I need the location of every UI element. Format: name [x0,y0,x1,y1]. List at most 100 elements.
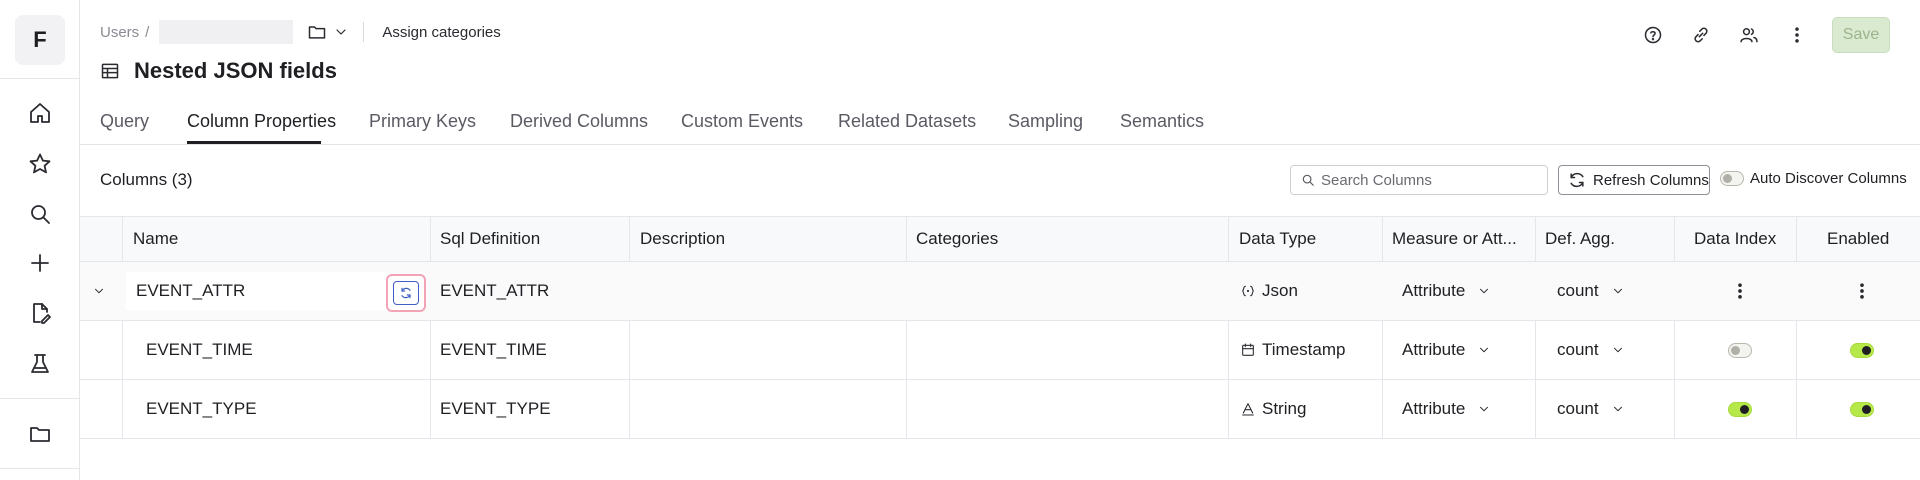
folder-icon[interactable] [24,418,56,450]
text-type-icon [1242,403,1254,416]
edit-document-icon[interactable] [24,297,56,329]
search-icon [1302,174,1314,186]
search-columns[interactable] [1290,165,1548,195]
rail-divider [0,78,80,79]
page-header: Nested JSON fields [100,58,337,84]
more-vertical-icon[interactable] [1784,22,1810,48]
data-index-toggle-cell [1728,321,1752,379]
breadcrumb-root[interactable]: Users [100,24,139,41]
data-type-value: Json [1262,281,1298,300]
assign-categories-link[interactable]: Assign categories [382,24,500,41]
flask-icon[interactable] [24,348,56,380]
data-type-cell[interactable]: String [1240,380,1306,438]
data-index-menu[interactable] [1730,262,1750,320]
enabled-toggle[interactable] [1850,401,1874,417]
data-type-cell[interactable]: Json [1240,262,1298,320]
default-aggregation-dropdown[interactable]: count [1557,321,1625,379]
sql-definition-cell: EVENT_ATTR [440,281,550,300]
calendar-icon [1242,343,1254,356]
tab-derived-columns[interactable]: Derived Columns [510,111,648,132]
refresh-columns-label: Refresh Columns [1593,171,1709,189]
measure-attribute-dropdown[interactable]: Attribute [1402,380,1491,438]
tab-query[interactable]: Query [100,111,149,132]
default-aggregation-dropdown[interactable]: count [1557,380,1625,438]
tab-custom-events[interactable]: Custom Events [681,111,803,132]
header-measure-or-attribute[interactable]: Measure or Att... [1392,229,1517,249]
column-name-value: EVENT_ATTR [136,281,246,300]
measure-attribute-value: Attribute [1402,340,1466,359]
chevron-down-icon [1613,288,1622,294]
table-row[interactable]: EVENT_TYPE EVENT_TYPE String Attribute c… [80,380,1920,439]
header-default-aggregation[interactable]: Def. Agg. [1545,229,1615,249]
help-icon[interactable] [1640,22,1666,48]
folder-icon [309,26,326,39]
column-name-cell[interactable]: EVENT_TYPE [146,380,257,438]
breadcrumb-redacted-item[interactable] [159,20,294,44]
link-icon[interactable] [1688,22,1714,48]
sql-definition-cell: EVENT_TIME [440,340,547,359]
refresh-icon [1570,172,1584,188]
breadcrumb-divider [363,22,365,42]
expand-row-chevron-icon[interactable] [92,262,106,320]
plus-icon[interactable] [24,247,56,279]
rail-divider [0,468,80,469]
data-index-toggle-cell [1728,380,1752,438]
data-index-toggle[interactable] [1728,342,1752,358]
measure-attribute-value: Attribute [1402,399,1466,418]
sync-nested-fields-button[interactable] [386,274,426,312]
enabled-toggle[interactable] [1850,342,1874,358]
header-categories[interactable]: Categories [916,229,998,249]
chevron-down-icon [1480,288,1489,294]
json-icon [1242,285,1254,297]
tab-related-datasets[interactable]: Related Datasets [838,111,976,132]
header-actions: Save [1640,17,1890,53]
dataset-table-icon [101,63,119,79]
header-sql-definition[interactable]: Sql Definition [440,229,540,249]
search-columns-input[interactable] [1321,171,1541,189]
measure-attribute-dropdown[interactable]: Attribute [1402,321,1491,379]
refresh-columns-button[interactable]: Refresh Columns [1558,165,1710,195]
users-icon[interactable] [1736,22,1762,48]
chevron-down-icon [336,29,346,35]
default-aggregation-dropdown[interactable]: count [1557,262,1625,320]
chevron-down-icon [1613,347,1622,353]
tab-bar: Query Column Properties Primary Keys Der… [80,105,1920,145]
auto-discover-toggle-group: Auto Discover Columns [1720,170,1907,187]
search-icon[interactable] [24,198,56,230]
default-aggregation-value: count [1557,340,1599,359]
tab-semantics[interactable]: Semantics [1120,111,1204,132]
measure-attribute-value: Attribute [1402,281,1466,300]
auto-discover-toggle[interactable] [1720,171,1744,186]
enabled-menu[interactable] [1852,262,1872,320]
header-name[interactable]: Name [133,229,178,249]
breadcrumb: Users / Assign categories [100,20,501,44]
tab-sampling[interactable]: Sampling [1008,111,1083,132]
measure-attribute-dropdown[interactable]: Attribute [1402,262,1491,320]
chevron-down-icon [1480,347,1489,353]
tab-primary-keys[interactable]: Primary Keys [369,111,476,132]
table-row[interactable]: EVENT_TIME EVENT_TIME Timestamp Attribut… [80,321,1920,380]
enabled-toggle-cell [1850,380,1874,438]
enabled-toggle-cell [1850,321,1874,379]
chevron-down-icon [1480,406,1489,412]
data-index-toggle[interactable] [1728,401,1752,417]
column-name-cell[interactable]: EVENT_TIME [146,321,253,379]
home-icon[interactable] [24,97,56,129]
rail-divider [0,398,80,399]
more-vertical-icon [1860,283,1864,299]
breadcrumb-separator: / [145,23,150,41]
folder-dropdown-button[interactable] [307,22,349,42]
header-description[interactable]: Description [640,229,725,249]
header-enabled[interactable]: Enabled [1827,229,1889,249]
app-logo[interactable]: F [15,15,65,65]
data-type-cell[interactable]: Timestamp [1240,321,1345,379]
tab-column-properties[interactable]: Column Properties [187,111,336,132]
header-data-type[interactable]: Data Type [1239,229,1316,249]
table-row[interactable]: EVENT_ATTR EVENT_ATTR Json Attribute cou… [80,262,1920,321]
header-data-index[interactable]: Data Index [1694,229,1776,249]
column-name-input[interactable]: EVENT_ATTR [126,272,388,310]
save-button[interactable]: Save [1832,17,1890,53]
star-icon[interactable] [24,148,56,180]
sql-definition-cell: EVENT_TYPE [440,399,551,418]
page-title: Nested JSON fields [134,58,337,83]
